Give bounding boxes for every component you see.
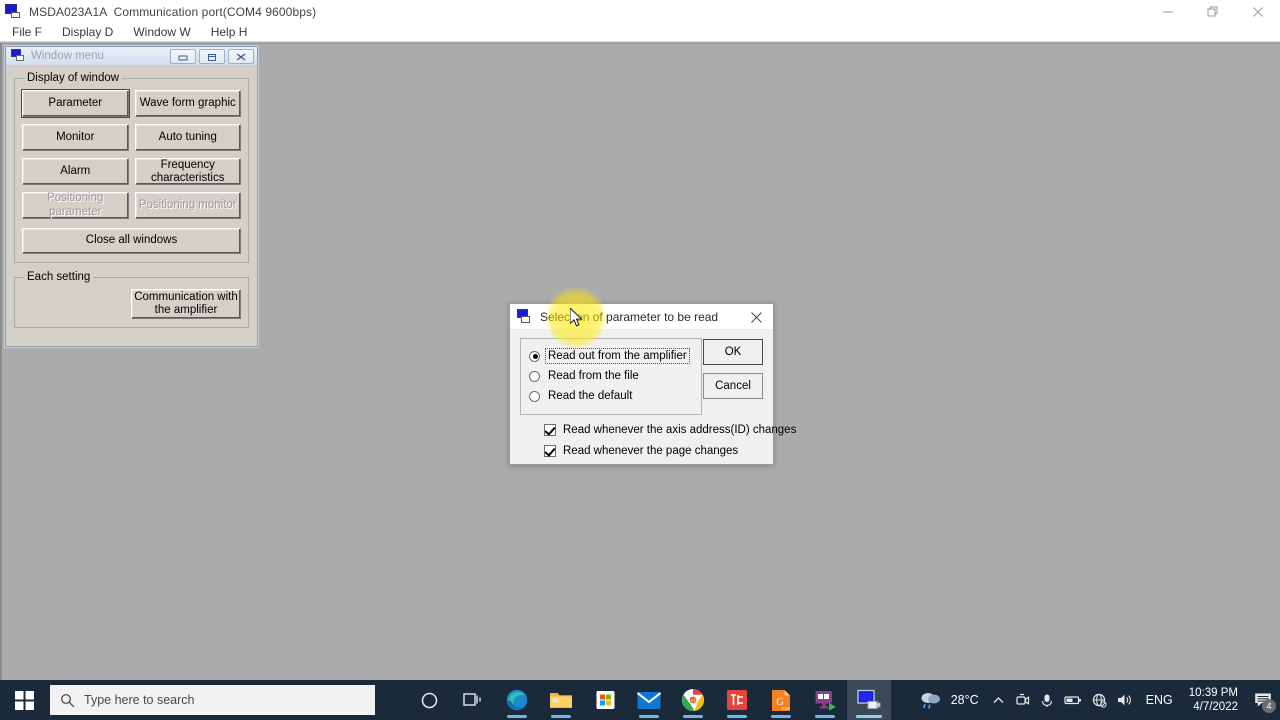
checkbox-read-on-axis-address-change[interactable]: Read whenever the axis address(ID) chang… (520, 424, 796, 436)
webcam-icon[interactable] (1010, 680, 1035, 720)
checkbox-mark-icon (544, 424, 556, 436)
checkbox-mark-icon (544, 445, 556, 457)
display-of-window-legend: Display of window (27, 72, 120, 84)
close-all-windows-button[interactable]: Close all windows (22, 228, 241, 254)
radio-label: Read out from the amplifier (545, 348, 690, 364)
close-icon[interactable] (228, 49, 254, 64)
frequency-characteristics-button[interactable]: Frequency characteristics (134, 158, 241, 185)
servo-amp-app-icon[interactable] (847, 680, 891, 720)
menu-help[interactable]: Help H (201, 24, 258, 41)
search-input[interactable]: Type here to search (50, 685, 375, 715)
notification-icon[interactable]: 4 (1246, 680, 1280, 720)
pdf-editor-icon[interactable]: G PDF (759, 680, 803, 720)
window-menu-title: Window menu (31, 50, 104, 62)
cancel-button[interactable]: Cancel (703, 373, 763, 399)
radio-mark-icon (529, 370, 540, 382)
battery-icon[interactable] (1059, 680, 1087, 720)
windows-logo-icon[interactable] (0, 680, 48, 720)
radio-read-from-the-file[interactable]: Read from the file (529, 366, 693, 386)
svg-text:HTC: HTC (689, 699, 697, 703)
servo-amp-icon (10, 49, 26, 63)
radio-read-the-default[interactable]: Read the default (529, 386, 693, 406)
radio-label: Read from the file (548, 370, 639, 382)
each-setting-legend: Each setting (27, 271, 91, 283)
menu-display[interactable]: Display D (52, 24, 123, 41)
restore-icon[interactable] (199, 49, 225, 64)
microsoft-store-icon[interactable] (583, 680, 627, 720)
application-titlebar: MSDA023A1A Communication port(COM4 9600b… (0, 0, 1280, 23)
parameter-button[interactable]: Parameter (21, 89, 130, 118)
clock-time: 10:39 PM (1188, 686, 1238, 699)
servo-amp-icon (516, 309, 533, 324)
checkbox-label: Read whenever the axis address(ID) chang… (563, 424, 797, 436)
clock[interactable]: 10:39 PM 4/7/2022 (1181, 680, 1246, 720)
positioning-parameter-button: Positioning parameter (22, 192, 129, 219)
ok-button[interactable]: OK (703, 339, 763, 365)
close-icon[interactable] (739, 304, 773, 330)
task-view-icon[interactable] (451, 680, 495, 720)
positioning-monitor-button: Positioning monitor (134, 192, 241, 219)
radio-mark-icon (529, 350, 540, 362)
language-indicator[interactable]: ENG (1138, 693, 1181, 707)
checkbox-read-on-page-change[interactable]: Read whenever the page changes (520, 445, 763, 457)
htc-app-icon[interactable] (715, 680, 759, 720)
google-chrome-icon[interactable]: HTC (671, 680, 715, 720)
radio-read-out-from-the-amplifier[interactable]: Read out from the amplifier (529, 346, 693, 366)
notification-badge: 4 (1262, 699, 1276, 713)
servo-amp-icon (5, 3, 23, 20)
system-tray: 28°C ENG 10:39 PM 4/7/2022 4 (914, 680, 1280, 720)
mdi-client-area: Window menu Display of window Parameter … (0, 43, 1280, 680)
chevron-up-icon[interactable] (987, 680, 1010, 720)
rain-cloud-icon[interactable] (914, 680, 948, 720)
taskbar: Type here to search HTC G PDF 28°C ENG 1… (0, 680, 1280, 720)
dialog-title: Selection of parameter to be read (540, 309, 719, 324)
read-source-radio-group: Read out from the amplifier Read from th… (520, 338, 702, 415)
restore-icon[interactable] (1190, 0, 1235, 23)
menu-window[interactable]: Window W (123, 24, 200, 41)
network-no-internet-icon[interactable] (1087, 680, 1112, 720)
minimize-icon[interactable] (1145, 0, 1190, 23)
window-menu-titlebar[interactable]: Window menu (6, 47, 257, 66)
alarm-button[interactable]: Alarm (22, 158, 129, 185)
each-setting-group: Each setting Communication with the ampl… (14, 271, 249, 328)
svg-text:PDF: PDF (782, 706, 791, 711)
microsoft-edge-icon[interactable] (495, 680, 539, 720)
display-of-window-buttons: Parameter Wave form graphic Monitor Auto… (21, 89, 241, 254)
wave-form-graphic-button[interactable]: Wave form graphic (134, 90, 241, 117)
weather-temperature: 28°C (950, 693, 979, 707)
search-icon (50, 693, 84, 708)
volume-icon[interactable] (1112, 680, 1138, 720)
communication-with-the-amplifier-button[interactable]: Communication with the amplifier (131, 289, 241, 319)
dialog-buttons: OK Cancel (703, 339, 763, 407)
clock-date: 4/7/2022 (1193, 701, 1238, 713)
cortana-icon[interactable] (407, 680, 451, 720)
each-setting-buttons: Communication with the amplifier (22, 289, 241, 319)
dialog-titlebar[interactable]: Selection of parameter to be read (510, 304, 773, 330)
checkbox-label: Read whenever the page changes (563, 445, 739, 457)
display-of-window-group: Display of window Parameter Wave form gr… (14, 72, 249, 263)
selection-of-parameter-dialog: Selection of parameter to be read Read o… (509, 303, 796, 465)
application-window: MSDA023A1A Communication port(COM4 9600b… (0, 0, 1280, 680)
radio-mark-icon (529, 390, 540, 402)
application-title: MSDA023A1A Communication port(COM4 9600b… (29, 4, 317, 19)
radio-label: Read the default (548, 390, 633, 402)
window-controls (1145, 0, 1280, 23)
window-menu-body: Display of window Parameter Wave form gr… (6, 66, 257, 344)
dialog-body: Read out from the amplifier Read from th… (510, 330, 796, 457)
microphone-icon[interactable] (1035, 680, 1059, 720)
mail-icon[interactable] (627, 680, 671, 720)
menu-file[interactable]: File F (2, 24, 52, 41)
screen-recorder-icon[interactable] (803, 680, 847, 720)
close-icon[interactable] (1235, 0, 1280, 23)
monitor-button[interactable]: Monitor (22, 124, 129, 151)
auto-tuning-button[interactable]: Auto tuning (134, 124, 241, 151)
file-explorer-icon[interactable] (539, 680, 583, 720)
window-menu-child-window: Window menu Display of window Parameter … (5, 46, 258, 347)
window-menu-buttons (170, 49, 254, 64)
search-placeholder: Type here to search (84, 693, 195, 707)
application-menubar: File F Display D Window W Help H (0, 23, 1280, 42)
minimize-icon[interactable] (170, 49, 196, 64)
